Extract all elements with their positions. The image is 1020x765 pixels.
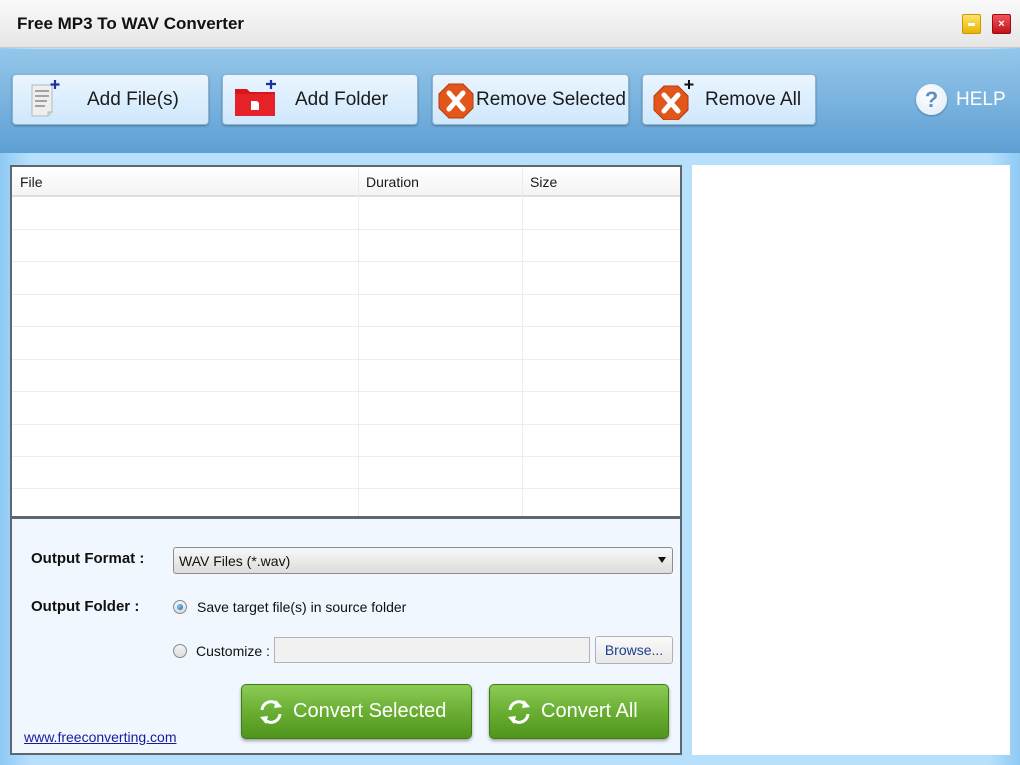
- dropdown-arrow-icon: [658, 557, 666, 563]
- remove-all-icon: [651, 79, 694, 120]
- row-divider: [12, 456, 680, 457]
- table-header: File Duration Size: [12, 167, 680, 197]
- source-folder-option-label: Save target file(s) in source folder: [197, 599, 407, 615]
- output-format-value: WAV Files (*.wav): [179, 553, 291, 569]
- title-bar: Free MP3 To WAV Converter ×: [0, 0, 1020, 48]
- remove-icon: [436, 80, 476, 120]
- row-divider: [12, 391, 680, 392]
- remove-selected-button[interactable]: Remove Selected: [432, 74, 629, 125]
- column-divider: [358, 167, 359, 516]
- output-folder-label: Output Folder :: [31, 598, 140, 615]
- file-list-table[interactable]: File Duration Size: [12, 167, 680, 516]
- column-divider: [522, 167, 523, 516]
- toolbar: Add File(s) Add Folder Remove Selected R…: [0, 49, 1020, 153]
- column-header-duration[interactable]: Duration: [366, 174, 419, 190]
- minimize-button[interactable]: [962, 14, 981, 34]
- custom-path-input[interactable]: [274, 637, 590, 663]
- add-folder-label: Add Folder: [295, 88, 388, 110]
- row-divider: [12, 229, 680, 230]
- add-files-label: Add File(s): [87, 88, 179, 110]
- output-format-select[interactable]: WAV Files (*.wav): [173, 547, 673, 574]
- output-format-label: Output Format :: [31, 550, 145, 567]
- converter-panel: File Duration Size Output Format : WAV F…: [10, 165, 682, 755]
- file-add-icon: [21, 79, 61, 120]
- row-divider: [12, 424, 680, 425]
- help-button[interactable]: ? HELP: [916, 84, 1006, 115]
- source-folder-radio[interactable]: [173, 600, 187, 614]
- add-folder-button[interactable]: Add Folder: [222, 74, 418, 125]
- help-label: HELP: [956, 88, 1006, 110]
- convert-all-label: Convert All: [541, 700, 638, 722]
- convert-icon: [508, 699, 530, 724]
- row-divider: [12, 261, 680, 262]
- column-header-file[interactable]: File: [20, 174, 43, 190]
- convert-selected-label: Convert Selected: [293, 700, 447, 722]
- browse-button[interactable]: Browse...: [595, 636, 673, 664]
- preview-panel: [692, 165, 1010, 755]
- remove-selected-label: Remove Selected: [476, 88, 626, 110]
- column-header-size[interactable]: Size: [530, 174, 557, 190]
- customize-radio[interactable]: [173, 644, 187, 658]
- minimize-icon: [968, 22, 975, 26]
- row-divider: [12, 488, 680, 489]
- help-icon: ?: [916, 84, 947, 115]
- row-divider: [12, 326, 680, 327]
- row-divider: [12, 359, 680, 360]
- convert-all-button[interactable]: Convert All: [489, 684, 669, 739]
- add-files-button[interactable]: Add File(s): [12, 74, 209, 125]
- close-icon: ×: [998, 18, 1005, 30]
- row-divider: [12, 294, 680, 295]
- folder-add-icon: [231, 78, 276, 120]
- convert-icon: [260, 699, 282, 724]
- customize-option-label: Customize :: [196, 643, 270, 659]
- window-title: Free MP3 To WAV Converter: [17, 14, 245, 33]
- convert-selected-button[interactable]: Convert Selected: [241, 684, 472, 739]
- website-link[interactable]: www.freeconverting.com: [24, 729, 177, 745]
- close-button[interactable]: ×: [992, 14, 1011, 34]
- output-settings: Output Format : WAV Files (*.wav) Output…: [12, 516, 680, 753]
- remove-all-label: Remove All: [705, 88, 802, 110]
- remove-all-button[interactable]: Remove All: [642, 74, 816, 125]
